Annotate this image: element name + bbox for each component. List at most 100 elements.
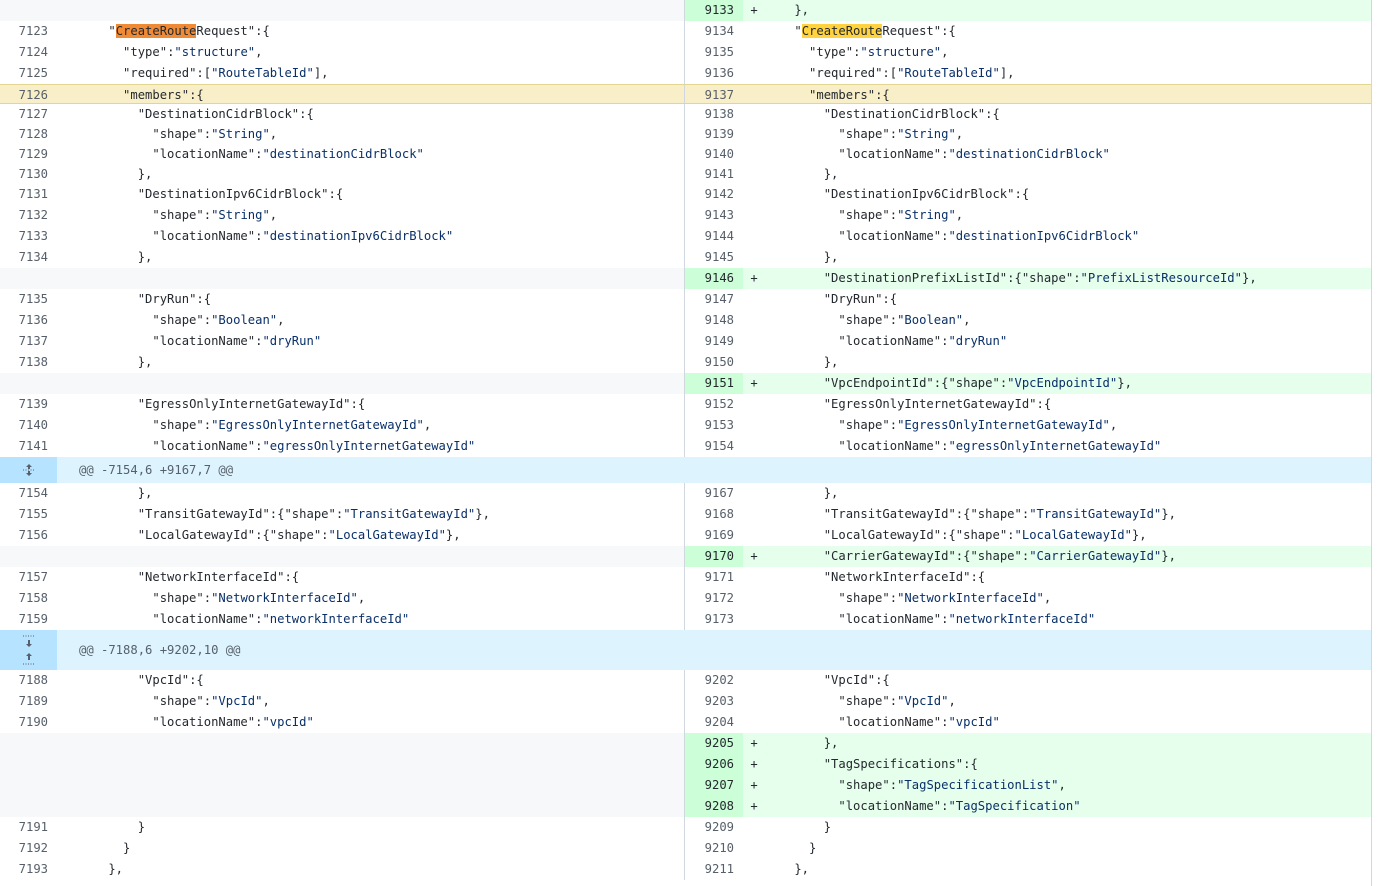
line-number[interactable]: 9149 <box>685 331 743 352</box>
line-number[interactable]: 9143 <box>685 205 743 226</box>
line-number[interactable]: 9136 <box>685 63 743 84</box>
diff-sign: + <box>750 549 758 563</box>
expand-up-down-icon[interactable] <box>0 630 57 670</box>
line-number[interactable]: 9152 <box>685 394 743 415</box>
expand-both-icon[interactable] <box>0 457 57 483</box>
diff-sign <box>743 588 765 609</box>
line-number[interactable]: 9147 <box>685 289 743 310</box>
line-number[interactable] <box>0 0 57 21</box>
line-number[interactable] <box>0 754 57 775</box>
line-number[interactable]: 7188 <box>0 670 57 691</box>
line-number[interactable]: 7126 <box>0 85 57 103</box>
line-number[interactable]: 9168 <box>685 504 743 525</box>
line-number[interactable]: 7125 <box>0 63 57 84</box>
line-number[interactable]: 9172 <box>685 588 743 609</box>
scrollbar-gutter[interactable] <box>1371 0 1377 886</box>
line-number[interactable]: 7127 <box>0 104 57 124</box>
line-number[interactable]: 7124 <box>0 42 57 63</box>
line-number[interactable]: 9137 <box>685 85 743 103</box>
line-number[interactable]: 7133 <box>0 226 57 247</box>
line-number[interactable]: 9133 <box>685 0 743 21</box>
line-number[interactable]: 9146 <box>685 268 743 289</box>
line-number[interactable]: 7131 <box>0 184 57 205</box>
diff-row: 9207 + "shape":"TagSpecificationList", <box>0 775 1377 796</box>
line-number[interactable]: 7123 <box>0 21 57 42</box>
code-line: "shape":"String", <box>152 208 278 222</box>
line-number[interactable] <box>0 796 57 817</box>
diff-sign <box>57 144 79 164</box>
line-number[interactable]: 7128 <box>0 124 57 144</box>
code-line: }, <box>765 862 810 876</box>
diff-sign <box>57 859 79 880</box>
line-number[interactable]: 9205 <box>685 733 743 754</box>
line-number[interactable]: 7191 <box>0 817 57 838</box>
line-number[interactable]: 7136 <box>0 310 57 331</box>
line-number[interactable]: 7134 <box>0 247 57 268</box>
line-number[interactable]: 9204 <box>685 712 743 733</box>
code-line: "shape":"Boolean", <box>152 313 285 327</box>
line-number[interactable]: 9151 <box>685 373 743 394</box>
line-number[interactable]: 7132 <box>0 205 57 226</box>
line-number[interactable]: 7135 <box>0 289 57 310</box>
line-number[interactable]: 9148 <box>685 310 743 331</box>
code-line: "VpcId":{ <box>137 673 204 687</box>
line-number[interactable]: 9202 <box>685 670 743 691</box>
line-number[interactable]: 7154 <box>0 483 57 504</box>
left-side: 7191 } <box>0 817 685 838</box>
line-number[interactable]: 7141 <box>0 436 57 457</box>
code-line: }, <box>79 355 153 369</box>
line-number[interactable]: 7157 <box>0 567 57 588</box>
line-number[interactable]: 9211 <box>685 859 743 880</box>
line-number[interactable]: 9207 <box>685 775 743 796</box>
line-number[interactable]: 9153 <box>685 415 743 436</box>
line-number[interactable]: 7158 <box>0 588 57 609</box>
line-number[interactable]: 9142 <box>685 184 743 205</box>
line-number[interactable]: 9150 <box>685 352 743 373</box>
line-number[interactable]: 7140 <box>0 415 57 436</box>
line-number[interactable]: 9169 <box>685 525 743 546</box>
line-number[interactable]: 7139 <box>0 394 57 415</box>
line-number[interactable]: 9141 <box>685 164 743 184</box>
line-number[interactable]: 9144 <box>685 226 743 247</box>
line-number[interactable]: 7192 <box>0 838 57 859</box>
line-number[interactable]: 9138 <box>685 104 743 124</box>
line-number[interactable]: 9139 <box>685 124 743 144</box>
line-number[interactable] <box>0 775 57 796</box>
line-number[interactable]: 9170 <box>685 546 743 567</box>
line-number[interactable] <box>0 373 57 394</box>
diff-row: 7124 "type":"structure", 9135 "type":"str… <box>0 42 1377 63</box>
line-number[interactable]: 9140 <box>685 144 743 164</box>
line-number[interactable]: 9134 <box>685 21 743 42</box>
line-number[interactable]: 7190 <box>0 712 57 733</box>
right-side: 9154 "locationName":"egressOnlyInternetG… <box>685 436 1371 457</box>
line-number[interactable]: 9210 <box>685 838 743 859</box>
diff-sign <box>743 289 765 310</box>
line-number[interactable] <box>0 733 57 754</box>
line-number[interactable]: 7155 <box>0 504 57 525</box>
line-number[interactable]: 9167 <box>685 483 743 504</box>
line-number[interactable]: 7137 <box>0 331 57 352</box>
line-number[interactable]: 7159 <box>0 609 57 630</box>
line-number[interactable]: 9154 <box>685 436 743 457</box>
line-number[interactable]: 7130 <box>0 164 57 184</box>
diff-sign <box>57 21 79 42</box>
line-number[interactable] <box>0 546 57 567</box>
line-number[interactable]: 9135 <box>685 42 743 63</box>
diff-sign <box>743 567 765 588</box>
line-number[interactable]: 9208 <box>685 796 743 817</box>
line-number[interactable]: 9203 <box>685 691 743 712</box>
diff-sign <box>57 394 79 415</box>
line-number[interactable]: 7129 <box>0 144 57 164</box>
line-number[interactable]: 9145 <box>685 247 743 268</box>
line-number[interactable]: 7138 <box>0 352 57 373</box>
line-number[interactable]: 7189 <box>0 691 57 712</box>
line-number[interactable]: 9206 <box>685 754 743 775</box>
line-number[interactable]: 9209 <box>685 817 743 838</box>
diff-row: 7189 "shape":"VpcId", 9203 "shape":"VpcId… <box>0 691 1377 712</box>
line-number[interactable] <box>0 268 57 289</box>
line-number[interactable]: 7193 <box>0 859 57 880</box>
line-number[interactable]: 9171 <box>685 567 743 588</box>
line-number[interactable]: 7156 <box>0 525 57 546</box>
line-number[interactable]: 9173 <box>685 609 743 630</box>
